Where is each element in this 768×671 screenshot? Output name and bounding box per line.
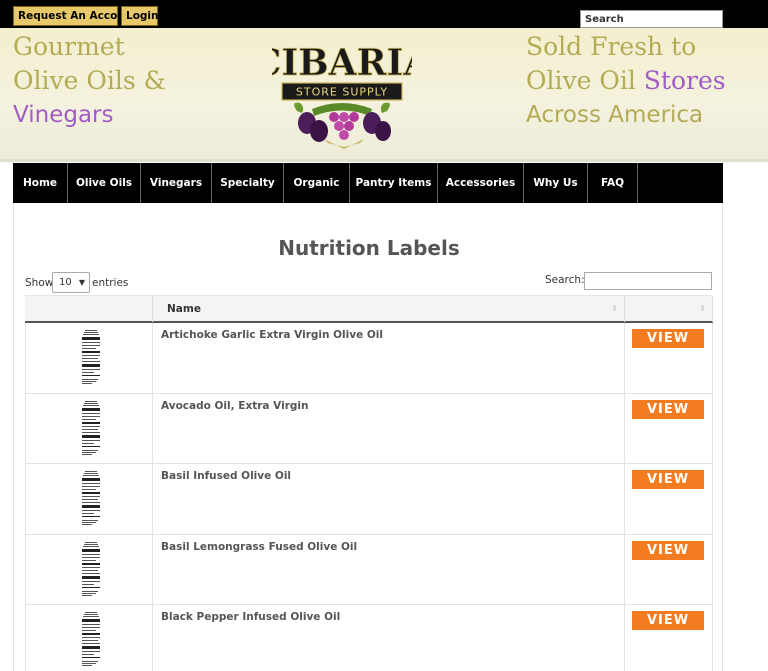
page-title: Nutrition Labels xyxy=(278,236,460,260)
header-banner: Gourmet Olive Oils & Vinegars CIBARIA ST… xyxy=(0,28,768,162)
logo-subtitle-text: STORE SUPPLY xyxy=(296,86,388,99)
table-row: Avocado Oil, Extra Virgin VIEW xyxy=(25,393,713,464)
entries-label: entries xyxy=(92,277,129,289)
table-row: Black Pepper Infused Olive Oil VIEW xyxy=(25,605,713,671)
tagline-left: Gourmet Olive Oils & Vinegars xyxy=(13,30,166,132)
nav-item-accessories[interactable]: Accessories xyxy=(438,163,524,203)
view-cell: VIEW xyxy=(624,534,713,605)
nutrition-label-thumbnail-cell xyxy=(25,323,152,393)
nutrition-table: Name ⇕ ⇕ Artichoke Garlic Extra Virgin O… xyxy=(25,295,713,671)
nav-item-home[interactable]: Home xyxy=(13,163,68,203)
nutrition-label-thumbnail[interactable] xyxy=(80,328,102,388)
tagline-left-line1: Gourmet xyxy=(13,32,125,61)
show-label: Show xyxy=(25,277,54,289)
table-row: Basil Infused Olive Oil VIEW xyxy=(25,464,713,535)
main-nav: Home Olive Oils Vinegars Specialty Organ… xyxy=(13,163,723,203)
login-button[interactable]: Login xyxy=(121,6,159,26)
column-header-image xyxy=(25,296,152,322)
page: Request An Account Login Gourmet Olive O… xyxy=(0,0,768,671)
main-content: Nutrition Labels Show 10 ▼ entries Searc… xyxy=(13,203,723,671)
cibaria-logo[interactable]: CIBARIA STORE SUPPLY xyxy=(272,31,412,151)
view-button[interactable]: VIEW xyxy=(632,540,704,560)
table-header: Name ⇕ ⇕ xyxy=(25,295,713,323)
nav-item-pantry-items[interactable]: Pantry Items xyxy=(350,163,438,203)
sort-icon: ⇕ xyxy=(611,304,618,313)
tagline-right: Sold Fresh to Olive Oil Stores Across Am… xyxy=(526,30,726,132)
nutrition-label-thumbnail[interactable] xyxy=(80,469,102,529)
product-name: Artichoke Garlic Extra Virgin Olive Oil xyxy=(152,323,624,393)
nav-item-olive-oils[interactable]: Olive Oils xyxy=(68,163,141,203)
nav-item-vinegars[interactable]: Vinegars xyxy=(141,163,212,203)
nutrition-label-thumbnail[interactable] xyxy=(80,539,102,600)
product-name: Basil Infused Olive Oil xyxy=(152,464,624,534)
sort-icon: ⇕ xyxy=(699,304,706,313)
nutrition-label-thumbnail-cell xyxy=(25,393,152,464)
entries-length-select[interactable]: 10 ▼ xyxy=(52,272,90,293)
view-cell: VIEW xyxy=(624,393,713,464)
nutrition-label-thumbnail[interactable] xyxy=(80,610,102,670)
request-account-button[interactable]: Request An Account xyxy=(13,6,137,26)
product-name: Black Pepper Infused Olive Oil xyxy=(152,605,624,671)
view-cell: VIEW xyxy=(624,605,713,671)
column-header-view[interactable]: ⇕ xyxy=(624,296,713,322)
view-button[interactable]: VIEW xyxy=(632,329,704,348)
tagline-right-line3: Across America xyxy=(526,102,704,128)
nutrition-label-thumbnail-cell xyxy=(25,605,152,671)
logo-brand-text: CIBARIA xyxy=(272,42,412,84)
column-header-name-label: Name xyxy=(167,303,201,315)
view-cell: VIEW xyxy=(624,464,713,534)
tagline-right-line1: Sold Fresh to xyxy=(526,32,697,61)
chevron-down-icon: ▼ xyxy=(78,278,85,287)
nav-item-why-us[interactable]: Why Us xyxy=(524,163,588,203)
tagline-right-line2-accent: Stores xyxy=(643,66,726,95)
nav-item-organic[interactable]: Organic xyxy=(284,163,350,203)
site-search-input[interactable] xyxy=(580,10,723,28)
table-search-label: Search: xyxy=(545,274,585,286)
column-header-name[interactable]: Name ⇕ xyxy=(152,296,624,322)
table-body: Artichoke Garlic Extra Virgin Olive Oil … xyxy=(25,323,713,671)
top-bar: Request An Account Login xyxy=(0,0,768,28)
tagline-left-line3: Vinegars xyxy=(13,102,114,128)
tagline-right-line2: Olive Oil Stores xyxy=(526,64,726,98)
nutrition-label-thumbnail-cell xyxy=(25,464,152,534)
grapes-icon xyxy=(294,102,391,149)
table-row: Basil Lemongrass Fused Olive Oil VIEW xyxy=(25,534,713,605)
nav-item-faq[interactable]: FAQ xyxy=(588,163,638,203)
product-name: Avocado Oil, Extra Virgin xyxy=(152,393,624,464)
tagline-right-line2-main: Olive Oil xyxy=(526,66,644,95)
nav-item-specialty[interactable]: Specialty xyxy=(212,163,284,203)
view-button[interactable]: VIEW xyxy=(632,470,704,489)
tagline-left-line2: Olive Oils & xyxy=(13,66,166,95)
nutrition-label-thumbnail[interactable] xyxy=(80,398,102,459)
view-button[interactable]: VIEW xyxy=(632,399,704,419)
view-button[interactable]: VIEW xyxy=(632,611,704,630)
view-cell: VIEW xyxy=(624,323,713,393)
entries-length-value: 10 xyxy=(59,277,72,288)
table-row: Artichoke Garlic Extra Virgin Olive Oil … xyxy=(25,323,713,394)
product-name: Basil Lemongrass Fused Olive Oil xyxy=(152,534,624,605)
nutrition-label-thumbnail-cell xyxy=(25,534,152,605)
table-search-input[interactable] xyxy=(584,272,712,290)
